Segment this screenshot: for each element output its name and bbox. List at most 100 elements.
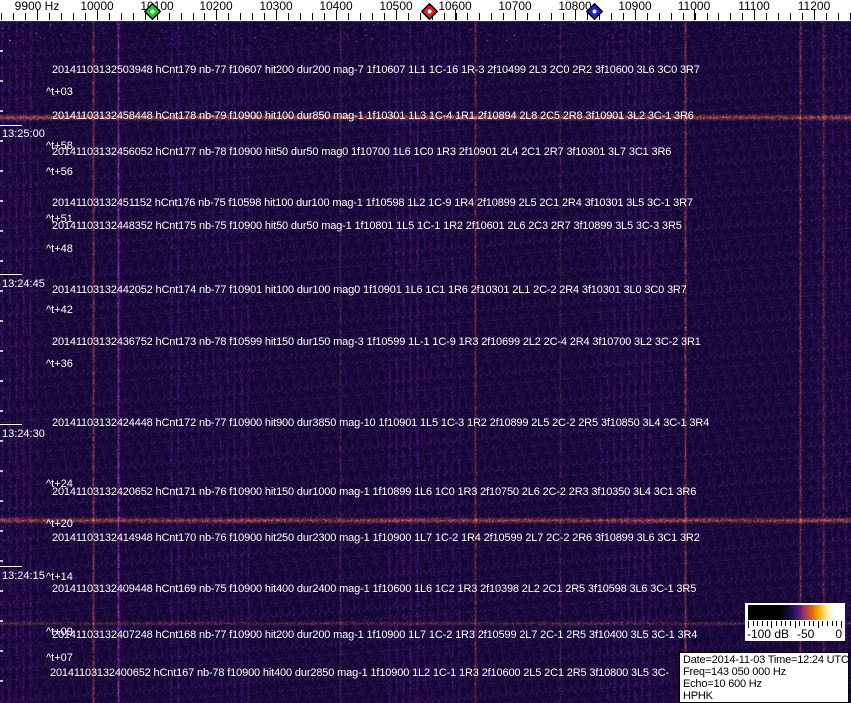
ruler-minor-tick bbox=[132, 13, 134, 20]
ruler-minor-tick bbox=[383, 13, 385, 20]
left-edge-tick bbox=[0, 380, 3, 382]
db-min-label: -100 dB bbox=[747, 627, 790, 641]
ruler-minor-tick bbox=[25, 13, 27, 20]
echo-data-line: 20141103132458448 hCnt178 nb-79 f10900 h… bbox=[52, 110, 694, 122]
ruler-minor-tick bbox=[1, 13, 3, 20]
frequency-text: Freq=143 050 000 Hz bbox=[683, 666, 786, 678]
echo-data-line: 20141103132420652 hCnt171 nb-76 f10900 h… bbox=[52, 486, 697, 498]
db-tick bbox=[780, 621, 782, 626]
db-tick bbox=[757, 621, 759, 626]
left-edge-tick bbox=[0, 410, 3, 412]
frequency-label: 11000 bbox=[677, 0, 711, 13]
ruler-minor-tick bbox=[228, 13, 230, 20]
time-offset-label: ^t+36 bbox=[46, 358, 73, 370]
frequency-label: 11100 bbox=[738, 0, 770, 13]
ruler-minor-tick bbox=[312, 13, 313, 20]
echo-data-line: 20141103132424448 hCnt172 nb-77 f10900 h… bbox=[52, 417, 710, 429]
echo-data-line: 20141103132448352 hCnt175 nb-75 f10900 h… bbox=[52, 220, 682, 232]
time-offset-label: ^t+07 bbox=[46, 652, 73, 664]
db-tick bbox=[762, 621, 763, 626]
echo-data-line: 20141103132414948 hCnt170 nb-76 f10900 h… bbox=[52, 532, 700, 544]
left-edge-tick bbox=[0, 50, 3, 52]
db-tick bbox=[794, 621, 796, 628]
ruler-minor-tick bbox=[347, 13, 349, 20]
ruler-minor-tick bbox=[359, 13, 361, 20]
echo-data-line: 20141103132456052 hCnt177 nb-78 f10900 h… bbox=[52, 146, 672, 158]
db-gradient-bar bbox=[748, 605, 842, 620]
time-tick-line bbox=[0, 424, 22, 425]
frequency-label: 10400 bbox=[319, 0, 353, 13]
ruler-minor-tick bbox=[192, 13, 194, 20]
left-edge-tick bbox=[0, 590, 3, 592]
ruler-minor-tick bbox=[240, 13, 242, 20]
db-tick bbox=[836, 621, 838, 626]
time-offset-label: ^t+14 bbox=[46, 571, 73, 583]
db-max-label: 0 bbox=[835, 627, 842, 641]
db-tick bbox=[822, 621, 824, 626]
left-edge-tick bbox=[0, 320, 3, 322]
left-edge-tick bbox=[0, 110, 3, 112]
frequency-ruler: 9900 Hz 10000 10100 10200 10300 10400 10500 106… bbox=[0, 0, 851, 22]
left-edge-tick bbox=[0, 530, 3, 532]
red-marker-diamond-icon[interactable] bbox=[420, 2, 438, 21]
db-tick bbox=[813, 621, 815, 626]
time-offset-label: ^t+48 bbox=[46, 243, 73, 255]
ruler-minor-tick bbox=[491, 13, 493, 20]
status-info-box: Date=2014-11-03 Time=12:24 UTC Freq=143 … bbox=[679, 652, 849, 703]
frequency-label: 10700 bbox=[498, 0, 532, 13]
db-tick bbox=[775, 621, 777, 626]
db-tick bbox=[808, 621, 810, 626]
frequency-label: 10200 bbox=[199, 0, 233, 13]
ruler-minor-tick bbox=[407, 13, 409, 20]
left-edge-tick bbox=[0, 200, 3, 202]
frequency-label: 10300 bbox=[259, 0, 293, 13]
green-marker-diamond-icon[interactable] bbox=[143, 2, 161, 21]
ruler-minor-tick bbox=[252, 13, 254, 20]
db-tick bbox=[803, 621, 805, 626]
left-edge-tick bbox=[0, 290, 3, 292]
ruler-minor-tick bbox=[622, 13, 624, 20]
ruler-minor-tick bbox=[168, 13, 170, 20]
time-label: 13:24:30 bbox=[2, 428, 45, 440]
ruler-minor-tick bbox=[300, 13, 302, 20]
db-tick bbox=[789, 621, 791, 626]
ruler-minor-tick bbox=[443, 13, 445, 20]
echo-frequency-text: Echo=10 600 Hz bbox=[683, 678, 762, 690]
time-offset-label: ^t+24 bbox=[46, 478, 73, 490]
ruler-minor-tick bbox=[706, 13, 708, 20]
db-tick bbox=[827, 621, 829, 626]
ruler-minor-tick bbox=[551, 13, 553, 20]
ruler-minor-tick bbox=[371, 13, 373, 20]
ruler-minor-tick bbox=[13, 13, 15, 20]
frequency-label: 10500 bbox=[379, 0, 413, 13]
ruler-minor-tick bbox=[479, 13, 481, 20]
ruler-minor-tick bbox=[72, 13, 74, 20]
echo-data-line: 20141103132436752 hCnt173 nb-78 f10599 h… bbox=[52, 336, 701, 348]
date-time-text: Date=2014-11-03 Time=12:24 UTC bbox=[683, 654, 849, 666]
time-offset-label: ^t+58 bbox=[46, 140, 73, 152]
time-label: 13:25:00 bbox=[2, 128, 45, 140]
left-edge-tick bbox=[0, 80, 3, 82]
ruler-minor-tick bbox=[527, 13, 529, 20]
echo-data-line: 20141103132503948 hCnt179 nb-77 f10607 h… bbox=[52, 64, 700, 76]
ruler-minor-tick bbox=[826, 13, 827, 20]
ruler-minor-tick bbox=[288, 13, 290, 20]
blue-marker-diamond-icon[interactable] bbox=[585, 2, 603, 21]
db-tick bbox=[752, 621, 754, 626]
frequency-label: 10600 bbox=[438, 0, 472, 13]
time-label: 13:24:45 bbox=[2, 278, 45, 290]
left-edge-tick bbox=[0, 260, 3, 262]
ruler-minor-tick bbox=[610, 13, 612, 20]
ruler-minor-tick bbox=[324, 13, 325, 20]
echo-data-line: 20141103132442052 hCnt174 nb-77 f10901 h… bbox=[52, 284, 687, 296]
spectrogram-app-window: 9900 Hz 10000 10100 10200 10300 10400 10500 106… bbox=[0, 0, 851, 703]
frequency-label: 10000 bbox=[80, 0, 114, 13]
ruler-minor-tick bbox=[264, 13, 266, 20]
ruler-minor-tick bbox=[682, 13, 684, 20]
db-tick bbox=[817, 621, 819, 628]
db-color-scale-legend: -100 dB -50 0 bbox=[745, 603, 845, 641]
waterfall-overlay: 20141103132503948 hCnt179 nb-77 f10607 h… bbox=[0, 0, 851, 703]
time-tick-line bbox=[0, 274, 22, 275]
ruler-minor-tick bbox=[180, 13, 182, 20]
ruler-minor-tick bbox=[84, 13, 86, 20]
